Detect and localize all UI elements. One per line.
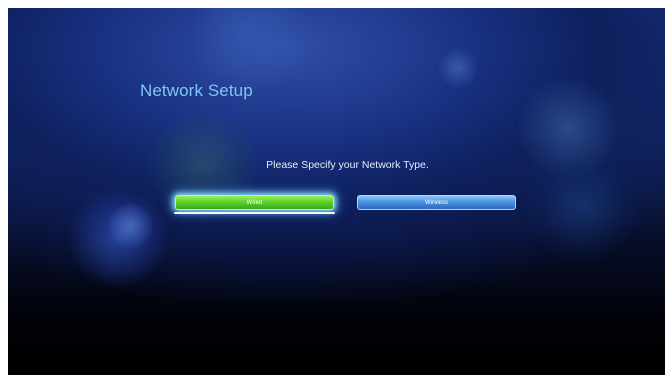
wireless-option-button[interactable]: Wireless: [357, 195, 516, 210]
page-title: Network Setup: [140, 81, 253, 100]
network-type-prompt: Please Specify your Network Type.: [266, 159, 429, 171]
bokeh-light: [108, 203, 153, 248]
wired-option-button[interactable]: Wired: [174, 195, 335, 214]
network-setup-screen: Network Setup Please Specify your Networ…: [8, 8, 665, 375]
bokeh-light: [438, 48, 478, 88]
bokeh-light: [68, 188, 168, 288]
bokeh-light: [178, 8, 318, 88]
